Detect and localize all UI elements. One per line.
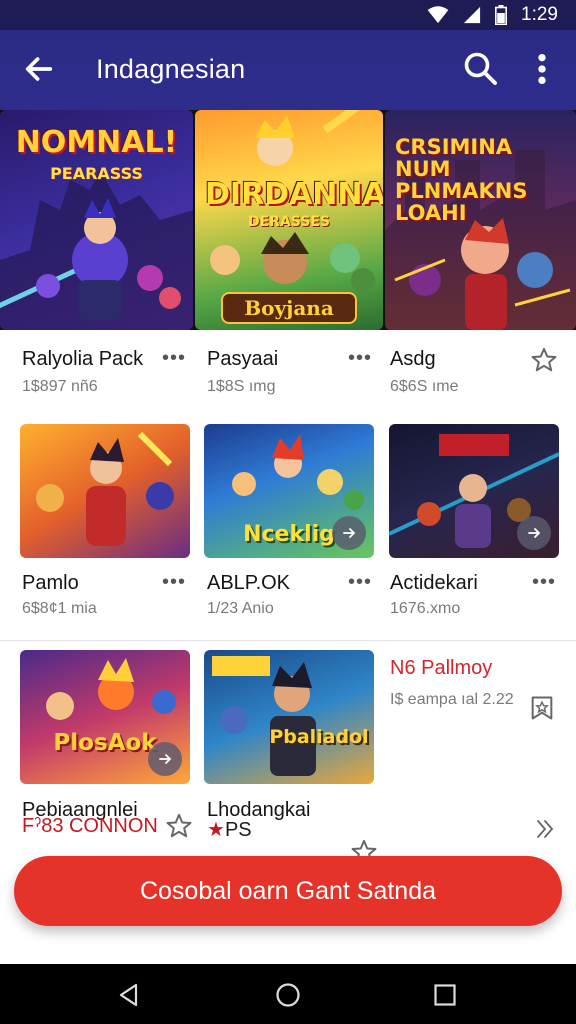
- pack-title[interactable]: ABLP.OK: [207, 571, 290, 595]
- app-bar: Indagnesian: [0, 30, 576, 110]
- pack-title[interactable]: Pamlo: [22, 571, 79, 595]
- page-title: Indagnesian: [96, 54, 246, 84]
- featured-meta: I$ eampa ıal 2.22: [390, 691, 514, 708]
- hero-banner-title: NOMNAL!: [15, 125, 178, 160]
- pack-thumbnail-title: Pbaliadol: [269, 726, 369, 748]
- play-button[interactable]: [517, 516, 551, 550]
- hero-banner-title: CRSIMINA NUM PLNMAKNS LOAHI: [395, 135, 528, 226]
- hero-banner-2[interactable]: DIRDANNAN DERASSES Boyjana: [195, 110, 383, 330]
- pack-title[interactable]: Pasyaai: [207, 347, 278, 371]
- battery-icon: [495, 5, 508, 25]
- system-nav-bar: [0, 964, 576, 1024]
- pack-meta: 1$897 nñ6: [22, 378, 98, 395]
- hero-banner-subtitle: DERASSES: [248, 214, 330, 230]
- arrow-icon: [159, 754, 172, 764]
- pack-meta: 6$8¢1 mia: [22, 600, 97, 617]
- pack-meta: 1676.xmo: [390, 600, 461, 617]
- play-button[interactable]: [148, 742, 182, 776]
- hero-carousel[interactable]: NOMNAL! PEARASSS DIRDANNAN DERASSES Boyj…: [0, 110, 576, 330]
- signal-icon: [463, 6, 481, 24]
- more-horiz-icon[interactable]: •••: [162, 348, 186, 368]
- hero-banner-3[interactable]: CRSIMINA NUM PLNMAKNS LOAHI: [385, 110, 576, 330]
- more-horiz-icon[interactable]: •••: [162, 572, 186, 592]
- red-star-icon: ★: [207, 819, 225, 841]
- hero-banner-title: DIRDANNAN: [205, 177, 383, 212]
- pack-thumbnail[interactable]: Nceklig: [204, 424, 374, 558]
- pack-thumbnail[interactable]: Pbaliadol: [204, 650, 374, 784]
- arrow-icon: [528, 528, 541, 538]
- nav-back-icon[interactable]: [116, 982, 142, 1008]
- pack-meta: ★PS: [207, 818, 252, 842]
- pack-thumbnail-art: [212, 656, 316, 776]
- back-arrow-icon[interactable]: [22, 52, 56, 86]
- wifi-icon: [427, 6, 449, 24]
- more-horiz-icon[interactable]: •••: [348, 572, 372, 592]
- arrow-icon: [343, 528, 356, 538]
- more-horiz-icon[interactable]: •••: [532, 572, 556, 592]
- hero-banner-subtitle: PEARASSS: [50, 164, 143, 183]
- pack-title[interactable]: Actidekari: [390, 571, 478, 595]
- play-button[interactable]: [332, 516, 366, 550]
- hero-banner-badge: Boyjana: [221, 292, 357, 324]
- pack-thumbnail-art: [36, 431, 174, 546]
- pack-meta-text: PS: [224, 819, 252, 841]
- nav-recents-icon[interactable]: [432, 982, 458, 1008]
- star-outline-icon[interactable]: [165, 812, 193, 840]
- pack-thumbnail[interactable]: [20, 424, 190, 558]
- chevron-right-icon[interactable]: [534, 816, 556, 842]
- clock: 1:29: [521, 4, 558, 25]
- search-icon[interactable]: [462, 50, 498, 86]
- nav-home-icon[interactable]: [275, 982, 301, 1008]
- bookmark-star-icon[interactable]: [528, 694, 556, 722]
- featured-title[interactable]: N6 Pallmoy: [390, 656, 492, 680]
- more-horiz-icon[interactable]: •••: [348, 348, 372, 368]
- pack-meta: Fˀ83 CONNON: [22, 815, 158, 837]
- pack-meta: 1/23 Anio: [207, 600, 274, 617]
- section-divider: [0, 640, 576, 641]
- star-outline-icon[interactable]: [530, 346, 558, 374]
- pack-meta: 6$6S ıme: [390, 378, 459, 395]
- pack-title[interactable]: Ralyolia Pack: [22, 347, 143, 371]
- more-vert-icon[interactable]: [528, 52, 556, 86]
- pack-title[interactable]: Asdg: [390, 347, 436, 371]
- primary-cta-button[interactable]: Cosobal oarn Gant Satnda: [14, 856, 562, 926]
- hero-banner-1[interactable]: NOMNAL! PEARASSS: [0, 110, 193, 330]
- pack-thumbnail[interactable]: PlosAok: [20, 650, 190, 784]
- status-bar: 1:29: [0, 0, 576, 30]
- pack-thumbnail[interactable]: [389, 424, 559, 558]
- pack-meta: 1$8S ımg: [207, 378, 276, 395]
